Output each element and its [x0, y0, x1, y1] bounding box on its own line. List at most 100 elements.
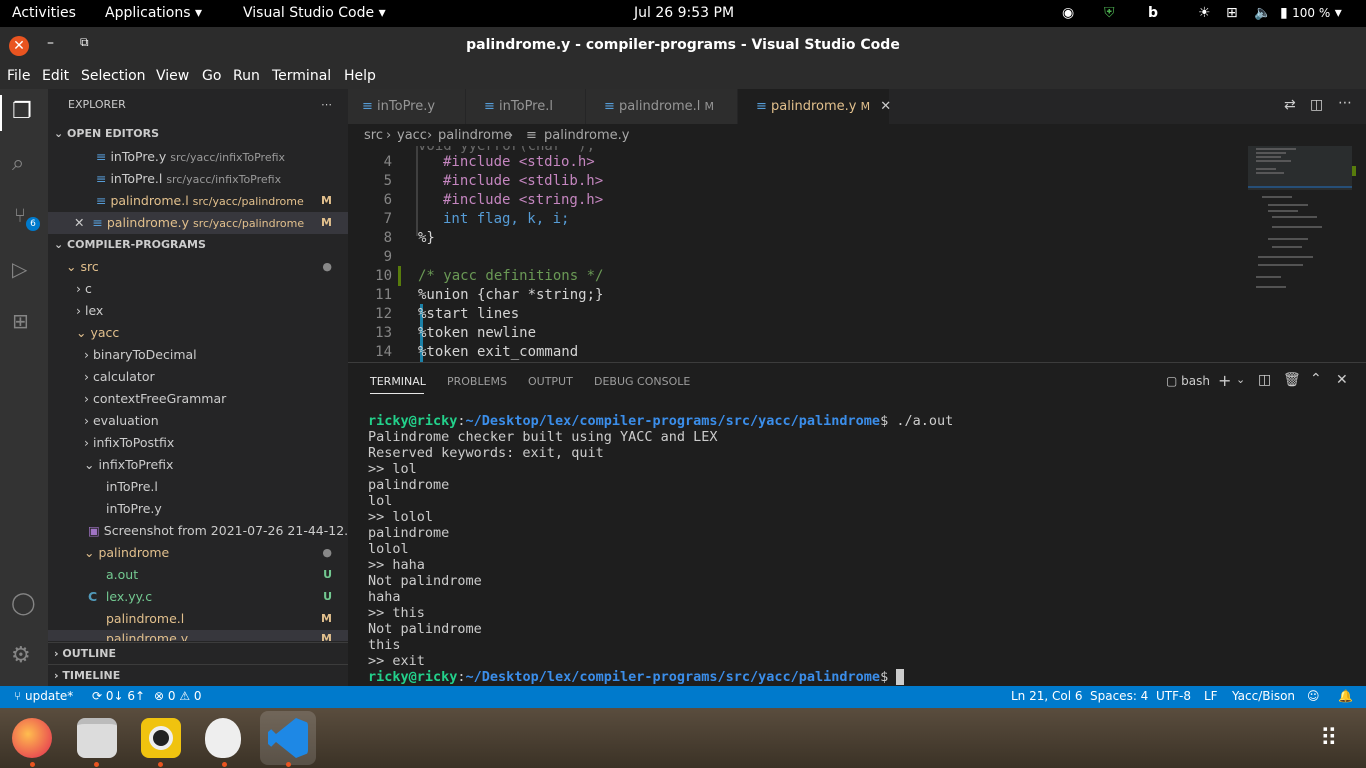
- breadcrumb-yacc[interactable]: yacc: [397, 128, 427, 143]
- network-icon[interactable]: ⊞: [1226, 5, 1238, 21]
- maximize-panel-icon[interactable]: ⌃: [1310, 371, 1322, 387]
- split-terminal-icon[interactable]: ◫: [1258, 372, 1271, 388]
- tree-file[interactable]: ▣ Screenshot from 2021-07-26 21-44-12...…: [48, 520, 348, 542]
- tree-file[interactable]: a.out U: [48, 564, 348, 586]
- menu-go[interactable]: Go: [202, 68, 221, 84]
- menu-help[interactable]: Help: [344, 68, 376, 84]
- breadcrumb-palindrome[interactable]: palindrome: [438, 128, 512, 143]
- open-editor-item[interactable]: ≡ inToPre.y src/yacc/infixToPrefix: [48, 146, 348, 168]
- chevron-down-icon[interactable]: ⌄: [1236, 373, 1245, 386]
- cursor-position[interactable]: Ln 21, Col 6: [1011, 689, 1083, 703]
- branch-indicator[interactable]: ⑂ update*: [14, 689, 73, 703]
- tab-output[interactable]: OUTPUT: [528, 375, 573, 388]
- tree-folder[interactable]: › calculator: [48, 366, 348, 388]
- search-icon[interactable]: ⌕: [12, 151, 24, 176]
- split-editor-icon[interactable]: ◫: [1310, 97, 1323, 113]
- more-actions-icon[interactable]: ⋯: [321, 94, 332, 116]
- timeline-header[interactable]: › TIMELINE: [48, 664, 348, 686]
- tree-file[interactable]: palindrome.l M: [48, 608, 348, 630]
- tree-file[interactable]: inToPre.l: [48, 476, 348, 498]
- files-icon[interactable]: [77, 718, 117, 758]
- trash-icon[interactable]: 🗑: [1283, 372, 1301, 388]
- code-line: #include <stdlib.h>: [443, 173, 604, 189]
- open-editor-item[interactable]: ≡ inToPre.l src/yacc/infixToPrefix: [48, 168, 348, 190]
- close-icon[interactable]: ✕: [74, 215, 92, 230]
- new-terminal-icon[interactable]: +: [1218, 371, 1231, 390]
- extensions-icon[interactable]: ⊞: [12, 309, 29, 333]
- settings-gear-icon[interactable]: ⚙: [11, 643, 31, 668]
- more-actions-icon[interactable]: ⋯: [1338, 95, 1352, 111]
- breadcrumb-src[interactable]: src: [364, 128, 383, 143]
- eol[interactable]: LF: [1204, 689, 1218, 703]
- firefox-icon[interactable]: [12, 718, 52, 758]
- brightness-icon[interactable]: ☀: [1198, 5, 1211, 21]
- encoding[interactable]: UTF-8: [1156, 689, 1191, 703]
- tree-folder[interactable]: › c: [48, 278, 348, 300]
- indentation[interactable]: Spaces: 4: [1090, 689, 1148, 703]
- line-number: 7: [383, 211, 392, 227]
- code-editor[interactable]: void yyerror(char *); 4 5 6 7 8 9 10 11 …: [348, 146, 1248, 362]
- source-control-icon[interactable]: ⑂: [14, 203, 26, 227]
- open-editor-item-active[interactable]: ✕ ≡ palindrome.y src/yacc/palindrome M: [48, 212, 348, 234]
- prompt-path: ~/Desktop/lex/compiler-programs/src/yacc…: [465, 413, 881, 429]
- account-icon[interactable]: ◯: [11, 591, 36, 616]
- tab-palindrome-y[interactable]: ≡ palindrome.y M ✕: [738, 89, 891, 124]
- run-debug-icon[interactable]: ▷: [12, 257, 27, 281]
- code-line: %start lines: [418, 306, 520, 322]
- open-editor-item[interactable]: ≡ palindrome.l src/yacc/palindrome M: [48, 190, 348, 212]
- outline-header[interactable]: › OUTLINE: [48, 642, 348, 664]
- terminal-selector[interactable]: ▢ bash: [1166, 374, 1210, 388]
- tree-folder[interactable]: ⌄ infixToPrefix: [48, 454, 348, 476]
- bell-icon[interactable]: 🔔: [1338, 689, 1353, 703]
- tree-folder[interactable]: › evaluation: [48, 410, 348, 432]
- language-mode[interactable]: Yacc/Bison: [1232, 689, 1295, 703]
- terminal-line: Palindrome checker built using YACC and …: [368, 429, 718, 445]
- tree-file[interactable]: C lex.yy.c U: [48, 586, 348, 608]
- shield-icon[interactable]: ⛨: [1104, 5, 1115, 21]
- discord-icon[interactable]: ◉: [1062, 5, 1074, 21]
- menu-terminal[interactable]: Terminal: [272, 68, 331, 84]
- menu-edit[interactable]: Edit: [42, 68, 69, 84]
- tree-file[interactable]: palindrome.y M: [48, 630, 348, 641]
- tree-folder[interactable]: › contextFreeGrammar: [48, 388, 348, 410]
- menu-view[interactable]: View: [156, 68, 189, 84]
- terminal-output[interactable]: ricky@ricky:~/Desktop/lex/compiler-progr…: [368, 413, 953, 685]
- problems-indicator[interactable]: ⊗ 0 ⚠ 0: [154, 689, 202, 703]
- tab-debug-console[interactable]: DEBUG CONSOLE: [594, 375, 690, 388]
- tree-folder[interactable]: ⌄ yacc: [48, 322, 348, 344]
- close-icon[interactable]: ✕: [880, 99, 891, 114]
- show-apps-grid-icon[interactable]: ⠿: [1320, 724, 1340, 752]
- explorer-icon[interactable]: ❐: [12, 99, 32, 124]
- volume-icon[interactable]: 🔈: [1254, 5, 1271, 21]
- egg-app-icon[interactable]: [205, 718, 241, 758]
- sync-indicator[interactable]: ⟳ 0↓ 6↑: [92, 689, 145, 703]
- activities-button[interactable]: Activities: [12, 5, 76, 21]
- menu-file[interactable]: File: [7, 68, 30, 84]
- open-changes-icon[interactable]: ⇄: [1284, 97, 1296, 113]
- applications-menu[interactable]: Applications ▾: [105, 5, 202, 21]
- project-header[interactable]: ⌄ COMPILER-PROGRAMS: [48, 234, 348, 256]
- tab-terminal[interactable]: TERMINAL: [370, 375, 426, 388]
- bing-icon[interactable]: b: [1148, 5, 1158, 21]
- tree-folder[interactable]: › lex: [48, 300, 348, 322]
- tree-folder[interactable]: ⌄ src ●: [48, 256, 348, 278]
- tab-problems[interactable]: PROBLEMS: [447, 375, 507, 388]
- menu-selection[interactable]: Selection: [81, 68, 146, 84]
- tree-folder[interactable]: › binaryToDecimal: [48, 344, 348, 366]
- tab-palindrome-l[interactable]: ≡ palindrome.l M: [586, 89, 738, 124]
- clock[interactable]: Jul 26 9:53 PM: [634, 5, 734, 21]
- tree-file[interactable]: inToPre.y: [48, 498, 348, 520]
- app-menu[interactable]: Visual Studio Code ▾: [243, 5, 386, 21]
- open-editors-header[interactable]: ⌄ OPEN EDITORS: [48, 123, 348, 145]
- menu-run[interactable]: Run: [233, 68, 260, 84]
- tree-folder[interactable]: › infixToPostfix: [48, 432, 348, 454]
- battery-indicator[interactable]: ▮ 100 % ▾: [1280, 5, 1342, 21]
- tab-intopre-y[interactable]: ≡ inToPre.y: [348, 89, 466, 124]
- tree-folder[interactable]: ⌄ palindrome ●: [48, 542, 348, 564]
- rhythmbox-icon[interactable]: [141, 718, 181, 758]
- tab-intopre-l[interactable]: ≡ inToPre.l: [466, 89, 586, 124]
- close-panel-icon[interactable]: ✕: [1336, 372, 1348, 388]
- minimap[interactable]: [1248, 146, 1356, 362]
- breadcrumb-file[interactable]: palindrome.y: [544, 128, 629, 143]
- feedback-icon[interactable]: ☺: [1307, 689, 1320, 703]
